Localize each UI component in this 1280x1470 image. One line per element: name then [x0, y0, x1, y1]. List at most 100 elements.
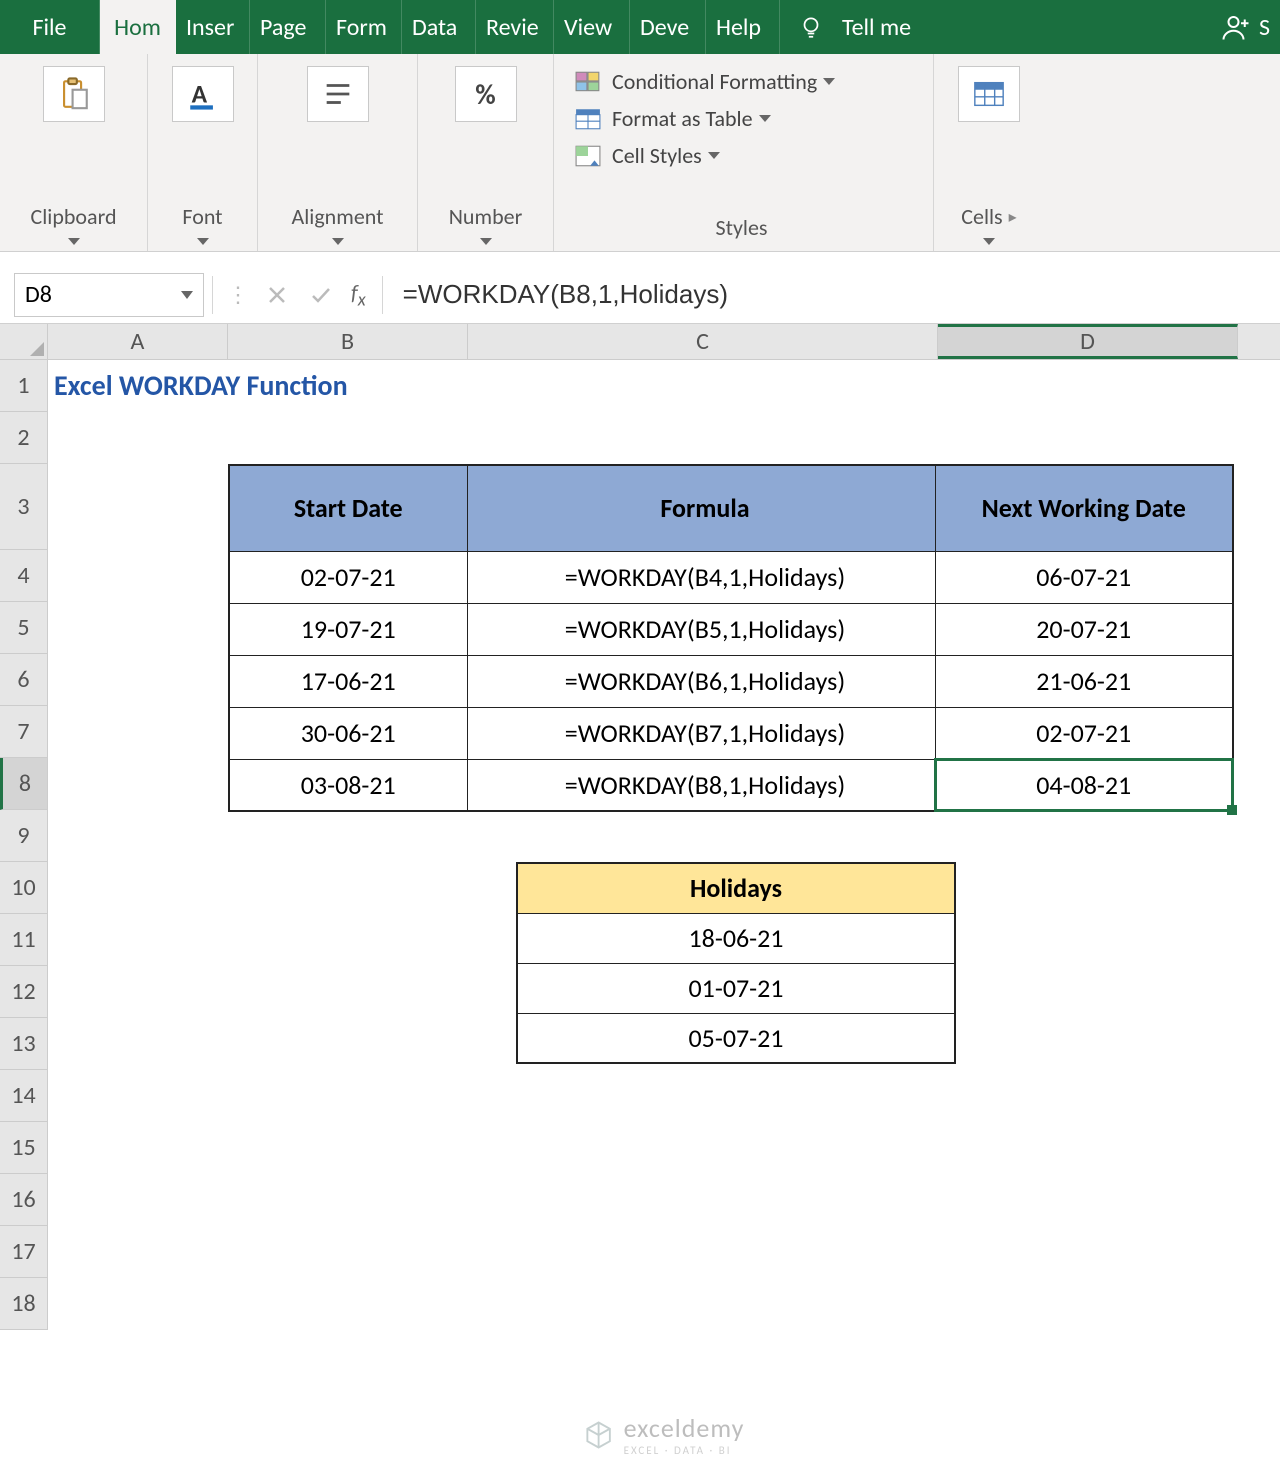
sheet-title: Excel WORKDAY Function: [54, 368, 348, 403]
chevron-down-icon[interactable]: [68, 238, 80, 245]
chevron-down-icon[interactable]: [197, 238, 209, 245]
x-icon: [265, 283, 289, 307]
chevron-down-icon: [181, 291, 193, 299]
tab-file[interactable]: File: [0, 0, 100, 54]
number-format-button[interactable]: %: [455, 66, 517, 122]
row-header[interactable]: 3: [0, 464, 48, 550]
row-header[interactable]: 1: [0, 360, 48, 412]
tab-formulas[interactable]: Form: [326, 0, 402, 54]
tab-view[interactable]: View: [554, 0, 630, 54]
lightbulb-icon: [798, 14, 824, 40]
format-table-label: Format as Table: [612, 105, 753, 132]
row-header[interactable]: 17: [0, 1226, 48, 1278]
cell-start-date[interactable]: 30-06-21: [229, 707, 467, 759]
cells-icon: [972, 77, 1006, 111]
table-row[interactable]: 02-07-21 =WORKDAY(B4,1,Holidays) 06-07-2…: [229, 551, 1233, 603]
clipboard-group-label: Clipboard: [30, 203, 116, 234]
row-header[interactable]: 14: [0, 1070, 48, 1122]
row-header[interactable]: 6: [0, 654, 48, 706]
conditional-formatting-button[interactable]: Conditional Formatting: [574, 68, 835, 95]
holidays-table: Holidays 18-06-21 01-07-21 05-07-21: [516, 862, 956, 1064]
column-header-b[interactable]: B: [228, 324, 468, 359]
cell-result[interactable]: 02-07-21: [935, 707, 1233, 759]
chevron-down-icon[interactable]: [332, 238, 344, 245]
row-header[interactable]: 4: [0, 550, 48, 602]
holiday-cell[interactable]: 05-07-21: [517, 1013, 955, 1063]
row-header[interactable]: 18: [0, 1278, 48, 1330]
row-header[interactable]: 13: [0, 1018, 48, 1070]
percent-icon: %: [475, 77, 495, 112]
format-as-table-button[interactable]: Format as Table: [574, 105, 771, 132]
name-box[interactable]: D8: [14, 273, 204, 317]
row-header[interactable]: 16: [0, 1174, 48, 1226]
alignment-button[interactable]: [307, 66, 369, 122]
cell-start-date[interactable]: 17-06-21: [229, 655, 467, 707]
row-header[interactable]: 7: [0, 706, 48, 758]
cell-formula[interactable]: =WORKDAY(B4,1,Holidays): [467, 551, 935, 603]
tab-page-layout[interactable]: Page: [250, 0, 326, 54]
cell-formula[interactable]: =WORKDAY(B8,1,Holidays): [467, 759, 935, 811]
cells-button[interactable]: [958, 66, 1020, 122]
cell-result[interactable]: 21-06-21: [935, 655, 1233, 707]
enter-formula-button[interactable]: [299, 273, 343, 317]
cells-area[interactable]: Excel WORKDAY Function Start Date Formul…: [48, 360, 1280, 1330]
cell-start-date[interactable]: 19-07-21: [229, 603, 467, 655]
cell-formula[interactable]: =WORKDAY(B5,1,Holidays): [467, 603, 935, 655]
font-group-label: Font: [182, 203, 222, 234]
cell-start-date[interactable]: 02-07-21: [229, 551, 467, 603]
table-row[interactable]: 19-07-21 =WORKDAY(B5,1,Holidays) 20-07-2…: [229, 603, 1233, 655]
ribbon-group-alignment: Alignment: [258, 54, 418, 251]
select-all-corner[interactable]: [0, 324, 48, 359]
tab-insert[interactable]: Inser: [176, 0, 250, 54]
table-row[interactable]: 03-08-21 =WORKDAY(B8,1,Holidays) 04-08-2…: [229, 759, 1233, 811]
cell-styles-icon: [574, 144, 602, 168]
chevron-down-icon: [759, 115, 771, 122]
cell-result[interactable]: 20-07-21: [935, 603, 1233, 655]
holiday-cell[interactable]: 01-07-21: [517, 963, 955, 1013]
tab-review[interactable]: Revie: [476, 0, 554, 54]
cancel-formula-button[interactable]: [255, 273, 299, 317]
cell-result[interactable]: 06-07-21: [935, 551, 1233, 603]
cell-selected[interactable]: 04-08-21: [935, 759, 1233, 811]
styles-group-label: Styles: [715, 214, 767, 245]
font-button[interactable]: A: [172, 66, 234, 122]
clipboard-paste-icon: [57, 77, 91, 111]
cells-group-label: Cells▸: [961, 203, 1016, 234]
tab-home[interactable]: Hom: [100, 0, 176, 54]
formula-input[interactable]: [391, 273, 1280, 317]
column-header-a[interactable]: A: [48, 324, 228, 359]
person-add-icon: [1221, 12, 1251, 42]
tab-data[interactable]: Data: [402, 0, 476, 54]
row-header[interactable]: 2: [0, 412, 48, 464]
column-headers: A B C D: [0, 324, 1280, 360]
row-header[interactable]: 12: [0, 966, 48, 1018]
row-header[interactable]: 5: [0, 602, 48, 654]
column-header-c[interactable]: C: [468, 324, 938, 359]
chevron-down-icon[interactable]: [983, 238, 995, 245]
tab-help[interactable]: Help: [706, 0, 780, 54]
column-header-d[interactable]: D: [938, 324, 1238, 359]
name-box-value: D8: [25, 280, 52, 309]
cell-start-date[interactable]: 03-08-21: [229, 759, 467, 811]
row-header[interactable]: 10: [0, 862, 48, 914]
watermark-subtext: EXCEL · DATA · BI: [624, 1444, 745, 1457]
cell-formula[interactable]: =WORKDAY(B6,1,Holidays): [467, 655, 935, 707]
table-row[interactable]: 17-06-21 =WORKDAY(B6,1,Holidays) 21-06-2…: [229, 655, 1233, 707]
paste-button[interactable]: [43, 66, 105, 122]
row-header[interactable]: 11: [0, 914, 48, 966]
row-header[interactable]: 15: [0, 1122, 48, 1174]
holiday-cell[interactable]: 18-06-21: [517, 913, 955, 963]
table-row[interactable]: 30-06-21 =WORKDAY(B7,1,Holidays) 02-07-2…: [229, 707, 1233, 759]
share-button[interactable]: S: [1211, 0, 1280, 54]
tell-me-label: Tell me: [842, 13, 911, 42]
align-icon: [321, 77, 355, 111]
cell-formula[interactable]: =WORKDAY(B7,1,Holidays): [467, 707, 935, 759]
tell-me-search[interactable]: Tell me: [780, 0, 921, 54]
tab-developer[interactable]: Deve: [630, 0, 706, 54]
row-header[interactable]: 9: [0, 810, 48, 862]
fx-icon[interactable]: fx: [343, 279, 374, 310]
ribbon-group-styles: Conditional Formatting Format as Table C…: [554, 54, 934, 251]
chevron-down-icon[interactable]: [480, 238, 492, 245]
row-header-selected[interactable]: 8: [0, 758, 48, 810]
cell-styles-button[interactable]: Cell Styles: [574, 142, 720, 169]
